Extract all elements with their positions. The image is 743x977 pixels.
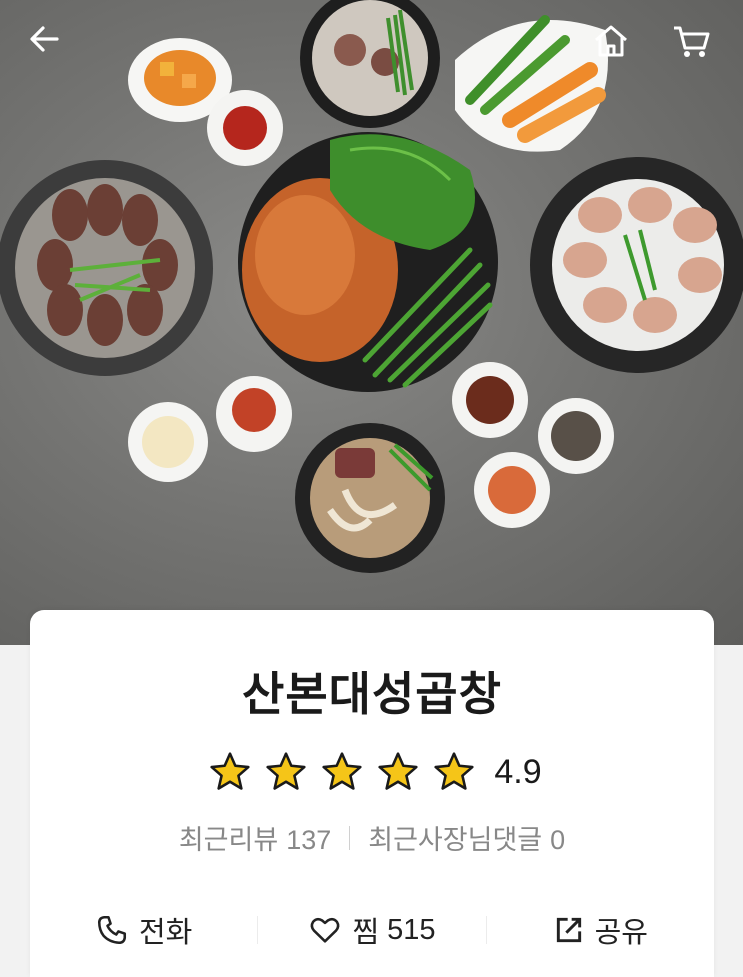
share-icon bbox=[556, 917, 581, 943]
star-icon bbox=[322, 752, 362, 790]
action-bar: 전화 찜 515 공유 bbox=[30, 906, 714, 954]
home-button[interactable] bbox=[592, 22, 636, 66]
store-hero-image bbox=[0, 0, 743, 645]
call-button[interactable]: 전화 bbox=[30, 909, 257, 951]
store-name: 산본대성곱창 bbox=[242, 667, 502, 721]
star-icon bbox=[434, 752, 474, 790]
star-icon bbox=[266, 752, 306, 790]
store-info-card: 산본대성곱창 4.9 최근리뷰 137 최근사장님댓글 0 전화 찜 515 공… bbox=[30, 610, 714, 977]
favorite-button[interactable]: 찜 515 bbox=[258, 909, 485, 951]
favorite-count: 515 bbox=[387, 913, 436, 946]
home-icon bbox=[595, 25, 627, 57]
star-icon bbox=[210, 752, 250, 790]
review-stats: 최근리뷰 137 최근사장님댓글 0 bbox=[30, 818, 714, 857]
cart-button[interactable] bbox=[671, 22, 715, 66]
back-button[interactable] bbox=[27, 22, 71, 66]
heart-icon bbox=[311, 917, 340, 943]
owner-replies-label: 최근사장님댓글 bbox=[368, 825, 543, 856]
owner-replies-count: 0 bbox=[550, 825, 566, 855]
phone-icon bbox=[97, 915, 126, 945]
stats-divider bbox=[349, 825, 351, 850]
share-label: 공유 bbox=[594, 915, 648, 949]
food-spread-illustration bbox=[0, 0, 743, 573]
share-button[interactable]: 공유 bbox=[487, 909, 714, 951]
rating-value: 4.9 bbox=[494, 752, 542, 791]
favorite-label: 찜 bbox=[352, 915, 380, 949]
owner-replies-link[interactable]: 최근사장님댓글 0 bbox=[368, 818, 565, 857]
recent-reviews-count: 137 bbox=[286, 825, 332, 855]
cart-icon bbox=[674, 26, 710, 57]
recent-reviews-link[interactable]: 최근리뷰 137 bbox=[179, 818, 331, 857]
rating-row: 4.9 bbox=[30, 750, 714, 794]
call-label: 전화 bbox=[138, 915, 193, 949]
star-icon bbox=[378, 752, 418, 790]
arrow-left-icon bbox=[30, 26, 59, 52]
recent-reviews-label: 최근리뷰 bbox=[178, 825, 279, 856]
